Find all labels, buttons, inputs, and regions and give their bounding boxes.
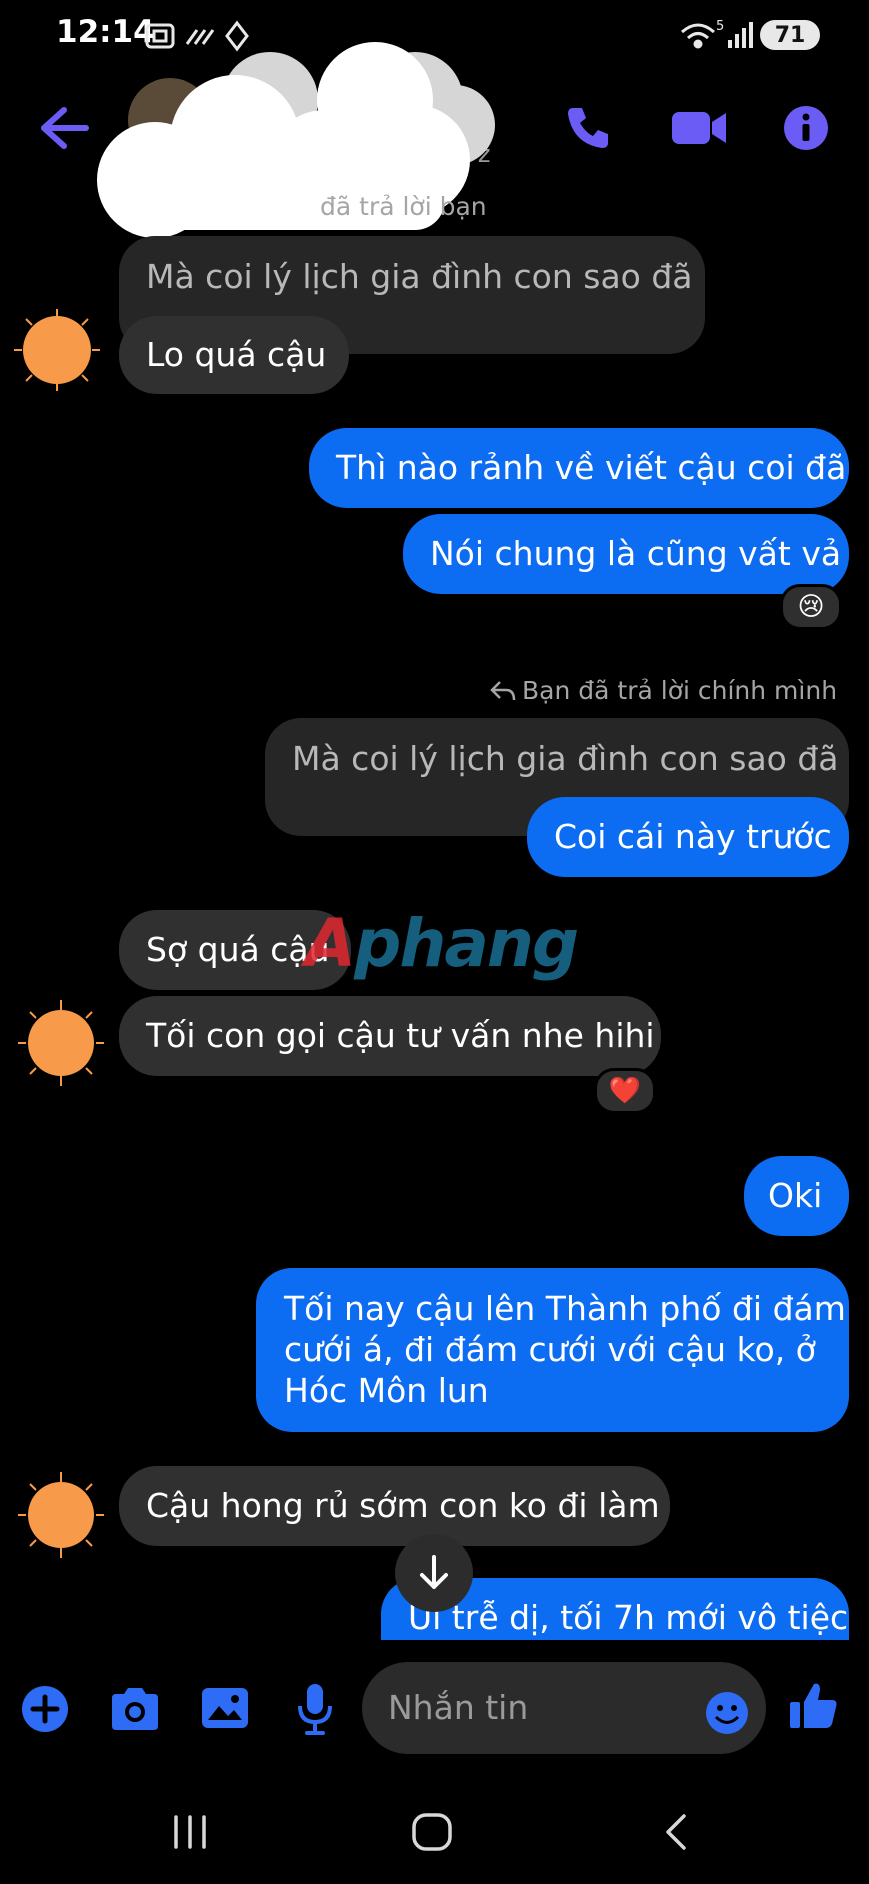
reaction-emoji: ❤️ — [608, 1076, 642, 1106]
microphone-icon[interactable] — [296, 1682, 334, 1736]
outgoing-message-text: Oki — [768, 1176, 823, 1215]
outgoing-message-text: Thì nào rảnh về viết cậu coi đã — [336, 448, 847, 487]
camera-icon[interactable] — [108, 1686, 162, 1732]
quoted-message-text: Mà coi lý lịch gia đình con sao đã — [292, 739, 839, 778]
outgoing-message-text: Ui trễ dị, tối 7h mới vô tiệc — [408, 1598, 849, 1637]
recent-apps-icon[interactable] — [170, 1814, 210, 1850]
cell-signal-icon — [728, 22, 753, 48]
message-input-placeholder: Nhắn tin — [388, 1688, 529, 1727]
outgoing-message-text: Coi cái này trước — [554, 817, 832, 856]
watermark-part: A — [305, 905, 356, 982]
contact-avatar[interactable] — [16, 1470, 106, 1560]
contact-avatar[interactable] — [16, 998, 106, 1088]
outgoing-message[interactable]: Coi cái này trước — [527, 797, 849, 877]
reply-note: đã trả lời bạn — [320, 192, 487, 221]
watermark-part: phang — [354, 905, 579, 982]
outgoing-message[interactable]: Oki — [744, 1156, 849, 1236]
incoming-message-text: Lo quá cậu — [146, 335, 327, 374]
battery-level: 71 — [774, 22, 806, 48]
outgoing-message[interactable]: Tối nay cậu lên Thành phố đi đám cưới á,… — [256, 1268, 849, 1432]
arrow-down-icon — [420, 1555, 448, 1589]
incoming-message[interactable]: Cậu hong rủ sớm con ko đi làm — [119, 1466, 670, 1546]
scroll-to-bottom-button[interactable] — [395, 1534, 473, 1612]
message-reaction[interactable]: 😢 — [780, 584, 842, 630]
outgoing-message-line: cưới á, đi đám cưới với cậu ko, ở — [284, 1330, 816, 1369]
phone-icon[interactable] — [565, 104, 611, 150]
outgoing-message-text: Nói chung là cũng vất vả — [430, 534, 842, 573]
watermark: Aphang — [305, 905, 579, 982]
outgoing-message[interactable]: Thì nào rảnh về viết cậu coi đã — [309, 428, 849, 508]
video-call-icon[interactable] — [670, 108, 728, 148]
incoming-message[interactable]: Tối con gọi cậu tư vấn nhe hihi — [119, 996, 661, 1076]
incoming-message[interactable]: Lo quá cậu — [119, 316, 349, 394]
plus-icon[interactable] — [20, 1684, 70, 1734]
emoji-icon[interactable] — [704, 1690, 750, 1736]
like-thumb-icon[interactable] — [788, 1680, 840, 1732]
signal-icons: 5 — [681, 19, 753, 49]
outgoing-message-line: Hóc Môn lun — [284, 1371, 489, 1410]
contact-avatar[interactable] — [12, 305, 102, 395]
gallery-icon[interactable] — [200, 1686, 250, 1730]
wifi-icon — [681, 23, 715, 49]
reply-note: Bạn đã trả lời chính mình — [522, 676, 838, 705]
incoming-message-text: Tối con gọi cậu tư vấn nhe hihi — [146, 1016, 655, 1055]
reaction-emoji: 😢 — [797, 592, 825, 622]
back-nav-icon[interactable] — [660, 1812, 690, 1852]
info-icon[interactable] — [782, 104, 830, 152]
incoming-message-text: Cậu hong rủ sớm con ko đi làm — [146, 1486, 660, 1525]
incoming-message-text: Sợ quá cậu — [146, 930, 330, 969]
quoted-message-text: Mà coi lý lịch gia đình con sao đã — [146, 257, 693, 296]
back-arrow-icon[interactable] — [38, 104, 90, 152]
battery-indicator: 71 — [760, 20, 820, 50]
home-icon[interactable] — [410, 1812, 454, 1852]
wifi-superscript: 5 — [716, 19, 724, 34]
outgoing-message-line: Tối nay cậu lên Thành phố đi đám — [284, 1289, 846, 1328]
reply-arrow-icon — [490, 681, 516, 701]
outgoing-message[interactable]: Nói chung là cũng vất vả — [403, 514, 849, 594]
message-reaction[interactable]: ❤️ — [594, 1068, 656, 1114]
